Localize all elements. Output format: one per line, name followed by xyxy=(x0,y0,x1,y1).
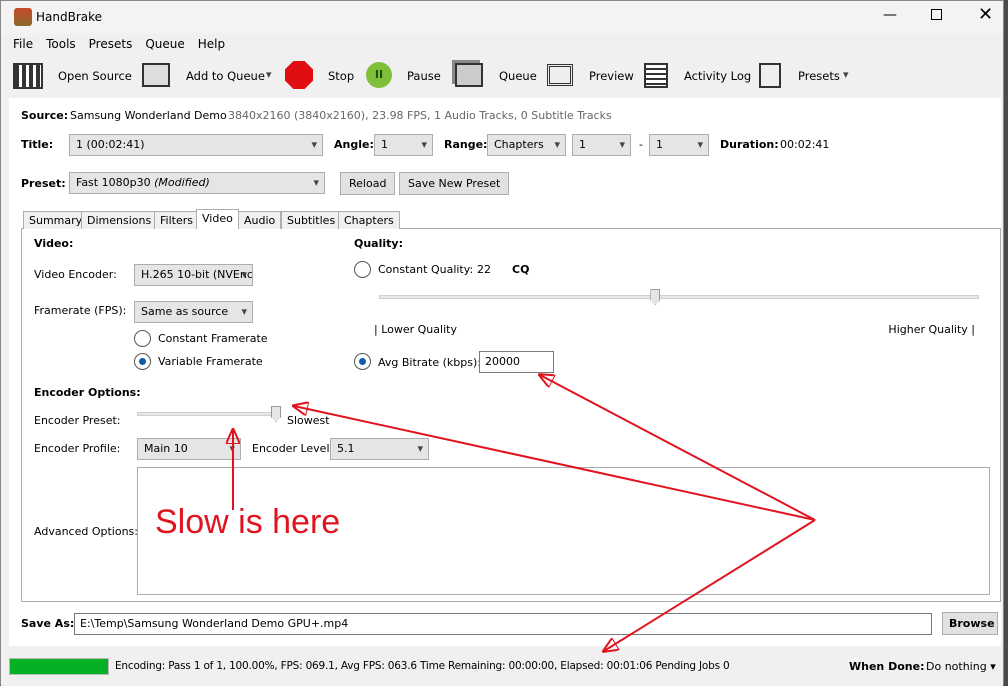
arrow-to-preset xyxy=(294,406,816,521)
annotation-text: Slow is here xyxy=(155,503,341,541)
arrow-to-elapsed xyxy=(604,519,816,651)
arrow-to-bitrate xyxy=(540,375,816,521)
annotation-overlay xyxy=(0,0,816,685)
